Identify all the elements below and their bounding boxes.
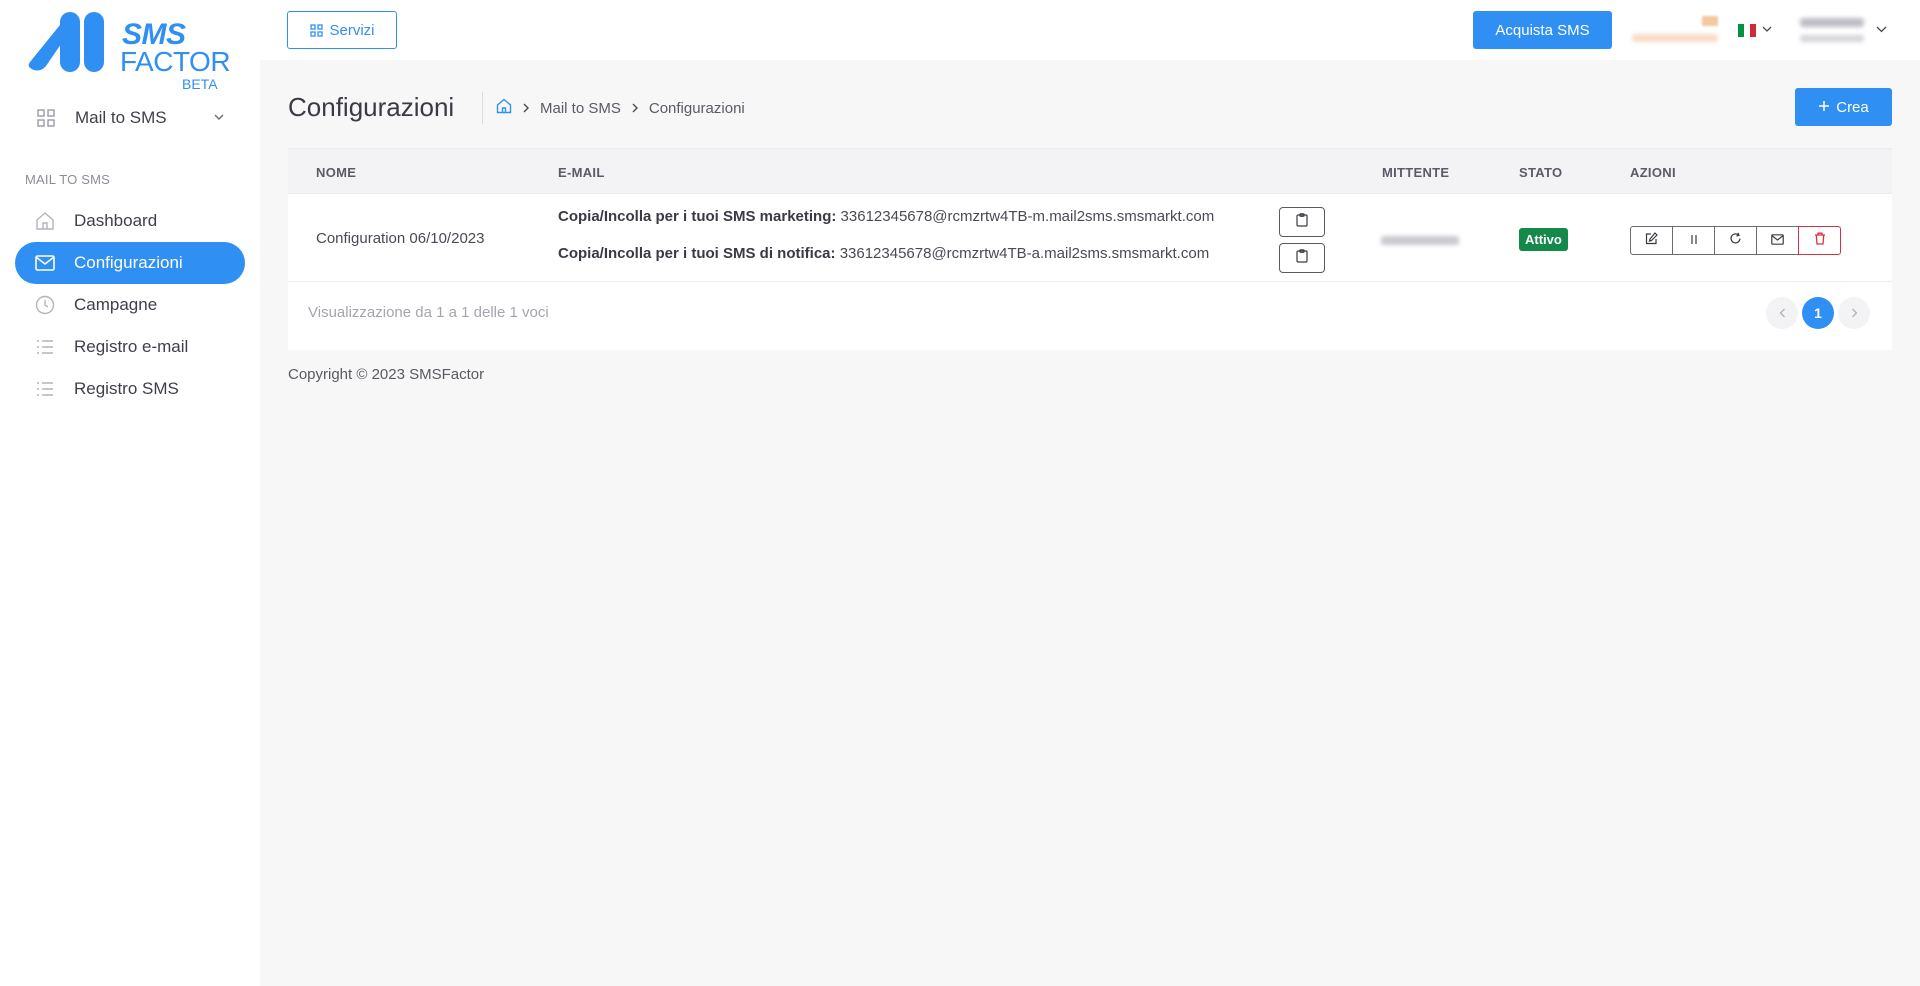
breadcrumb: Mail to SMS Configurazioni xyxy=(496,98,745,118)
plus-icon xyxy=(1818,99,1830,116)
page-button-current[interactable]: 1 xyxy=(1802,297,1834,329)
edit-button[interactable] xyxy=(1630,226,1673,255)
sidebar-item-configurazioni[interactable]: Configurazioni xyxy=(15,242,245,284)
sidebar-item-dashboard[interactable]: Dashboard xyxy=(15,200,245,242)
mittente-value xyxy=(1381,236,1459,245)
email-marketing-line: Copia/Incolla per i tuoi SMS marketing: … xyxy=(558,208,1214,225)
smsfactor-logo[interactable]: SMS FACTOR BETA xyxy=(26,10,231,92)
copyright: Copyright © 2023 SMSFactor xyxy=(288,366,485,383)
pause-icon xyxy=(1689,232,1699,250)
mail-icon xyxy=(1771,232,1784,250)
email-marketing-address: 33612345678@rcmzrtw4TB-m.mail2sms.smsmar… xyxy=(840,208,1215,225)
grid-icon xyxy=(35,107,57,129)
column-header-mittente: MITTENTE xyxy=(1382,165,1450,180)
breadcrumb-divider xyxy=(482,92,483,124)
sidebar-item-label: Configurazioni xyxy=(74,253,183,272)
breadcrumb-link-mail-to-sms[interactable]: Mail to SMS xyxy=(540,100,621,117)
logo-text-factor: FACTOR xyxy=(120,46,231,77)
chevron-down-icon xyxy=(213,110,225,128)
breadcrumb-current: Configurazioni xyxy=(648,99,745,117)
chevron-down-icon xyxy=(1762,21,1772,39)
table-row: Configuration 06/10/2023 Copia/Incolla p… xyxy=(288,194,1892,282)
copy-notifica-email-button[interactable] xyxy=(1279,243,1325,273)
sidebar-item-label: Registro SMS xyxy=(74,379,179,398)
table-header: NOME E-MAIL MITTENTE STATO AZIONI xyxy=(288,148,1892,194)
sidebar-item-registro-email[interactable]: Registro e-mail xyxy=(15,326,245,368)
acquista-sms-button[interactable]: Acquista SMS xyxy=(1473,11,1612,49)
email-notifica-line: Copia/Incolla per i tuoi SMS di notifica… xyxy=(558,245,1209,262)
table-info: Visualizzazione da 1 a 1 delle 1 voci xyxy=(308,304,549,321)
topbar: Servizi Acquista SMS xyxy=(260,0,1920,60)
configurations-table-card: NOME E-MAIL MITTENTE STATO AZIONI Config… xyxy=(288,148,1892,350)
previous-page-button[interactable] xyxy=(1766,297,1798,329)
delete-button[interactable] xyxy=(1798,226,1841,255)
nav-group-mail-to-sms[interactable]: Mail to SMS xyxy=(15,100,245,136)
servizi-button[interactable]: Servizi xyxy=(287,11,397,49)
mail-icon xyxy=(34,252,56,274)
email-notifica-address: 33612345678@rcmzrtw4TB-a.mail2sms.smsmar… xyxy=(839,245,1210,262)
pagination: 1 xyxy=(1766,297,1870,329)
logo-mark-icon xyxy=(28,12,104,72)
sidebar-item-label: Registro e-mail xyxy=(74,337,189,356)
chevron-right-icon xyxy=(631,100,639,117)
sidebar-item-registro-sms[interactable]: Registro SMS xyxy=(15,368,245,410)
language-selector[interactable] xyxy=(1738,20,1778,40)
clipboard-icon xyxy=(1296,212,1308,232)
home-icon[interactable] xyxy=(496,98,512,118)
column-header-email: E-MAIL xyxy=(558,165,605,180)
user-menu[interactable] xyxy=(1800,14,1900,48)
edit-icon xyxy=(1645,231,1658,250)
refresh-button[interactable] xyxy=(1714,226,1757,255)
column-header-stato: STATO xyxy=(1519,165,1563,180)
sidebar-item-campagne[interactable]: Campagne xyxy=(15,284,245,326)
column-header-azioni: AZIONI xyxy=(1630,165,1676,180)
email-marketing-label: Copia/Incolla per i tuoi SMS marketing: xyxy=(558,208,837,225)
logo-text-beta: BETA xyxy=(182,76,218,92)
configuration-name: Configuration 06/10/2023 xyxy=(316,230,485,247)
status-badge: Attivo xyxy=(1519,228,1568,251)
sidebar-section-title: MAIL TO SMS xyxy=(25,172,111,187)
list-icon xyxy=(34,378,56,400)
home-icon xyxy=(34,210,56,232)
sidebar-item-label: Dashboard xyxy=(74,211,158,230)
crea-button[interactable]: Crea xyxy=(1795,88,1892,126)
clipboard-icon xyxy=(1296,248,1308,268)
credit-balance[interactable] xyxy=(1632,16,1718,46)
nav-group-label: Mail to SMS xyxy=(75,108,167,127)
sidebar-item-label: Campagne xyxy=(74,295,158,314)
sidebar: SMS FACTOR BETA Mail to SMS MAIL TO SMS … xyxy=(0,0,260,986)
clock-icon xyxy=(34,294,56,316)
trash-icon xyxy=(1814,232,1826,250)
list-icon xyxy=(34,336,56,358)
crea-label: Crea xyxy=(1836,98,1869,116)
grid-icon xyxy=(309,23,323,37)
column-header-nome: NOME xyxy=(316,165,357,180)
row-actions xyxy=(1630,226,1841,255)
next-page-button[interactable] xyxy=(1838,297,1870,329)
email-notifica-label: Copia/Incolla per i tuoi SMS di notifica… xyxy=(558,245,836,262)
chevron-right-icon xyxy=(522,100,530,117)
servizi-label: Servizi xyxy=(329,21,375,39)
italy-flag-icon xyxy=(1738,23,1756,37)
page-title: Configurazioni xyxy=(288,92,455,122)
refresh-icon xyxy=(1729,232,1742,250)
copy-marketing-email-button[interactable] xyxy=(1279,207,1325,237)
pause-button[interactable] xyxy=(1672,226,1715,255)
chevron-down-icon xyxy=(1876,22,1887,40)
send-email-button[interactable] xyxy=(1756,226,1799,255)
